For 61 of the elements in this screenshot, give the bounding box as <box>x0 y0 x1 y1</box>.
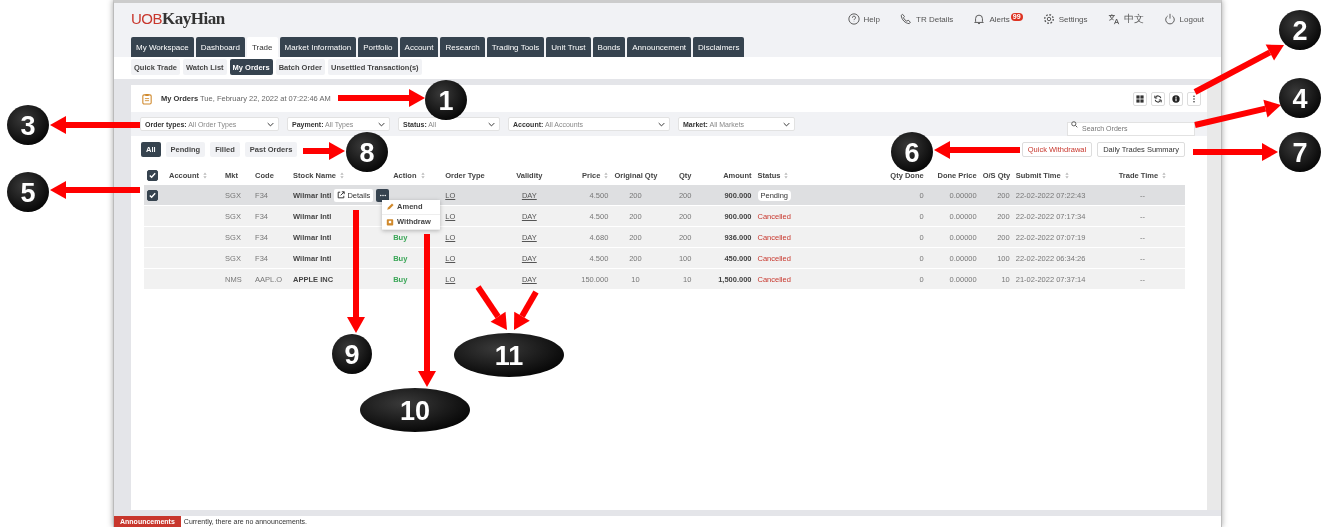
nav-tab[interactable]: Dashboard <box>195 37 245 57</box>
nav-tab[interactable]: Trade <box>246 37 278 57</box>
more-options-button[interactable] <box>1187 91 1201 106</box>
nav-tab[interactable]: Disclaimers <box>693 37 745 57</box>
search-icon <box>1071 120 1078 128</box>
nav-tab[interactable]: Research <box>440 37 485 57</box>
callout-number: 7 <box>1279 132 1321 172</box>
chevron-down-icon <box>783 121 790 127</box>
chevron-down-icon <box>658 121 665 127</box>
callout-arrow <box>475 285 507 330</box>
nav-link[interactable]: Help <box>847 13 881 25</box>
nav-tab[interactable]: Unit Trust <box>546 37 591 57</box>
callout-number: 5 <box>7 172 49 212</box>
nav-tab[interactable]: Bonds <box>592 37 626 57</box>
callout-number: 2 <box>1279 10 1321 50</box>
nav-tab[interactable]: Announcement <box>627 37 692 57</box>
callout-arrow <box>303 142 345 160</box>
nav-tab[interactable]: My Workspace <box>131 37 194 57</box>
info-button[interactable] <box>1169 91 1183 106</box>
callout-number: 4 <box>1279 78 1321 118</box>
bell-icon <box>973 13 986 25</box>
refresh-button[interactable] <box>1151 91 1165 106</box>
settings-icon <box>1042 13 1055 25</box>
chevron-down-icon <box>267 121 274 127</box>
nav-link[interactable]: 中文 <box>1107 12 1144 26</box>
ellipsis-icon <box>378 193 387 197</box>
callout-number: 6 <box>891 132 933 172</box>
more-actions-button[interactable] <box>376 188 390 202</box>
grid-button[interactable] <box>1133 91 1147 106</box>
nav-tab[interactable]: Account <box>399 37 439 57</box>
callout-number: 11 <box>454 333 564 377</box>
external-link-icon <box>337 191 346 199</box>
callout-number: 9 <box>332 334 372 374</box>
chevron-down-icon <box>378 121 385 127</box>
callout-number: 1 <box>425 80 467 120</box>
nav-link[interactable]: TR Details <box>900 13 954 25</box>
nav-link[interactable]: Settings <box>1042 13 1088 25</box>
callout-number: 3 <box>7 105 49 145</box>
select-all-checkbox[interactable] <box>147 170 158 181</box>
chevron-down-icon <box>488 121 495 127</box>
row-checkbox[interactable] <box>147 189 158 201</box>
phone-icon <box>900 13 913 25</box>
nav-tab[interactable]: Portfolio <box>358 37 398 57</box>
logo: UOBKayHian <box>131 9 225 29</box>
nav-link[interactable]: Logout <box>1163 13 1204 25</box>
callout-number: 8 <box>346 132 388 172</box>
nav-tab[interactable]: Market Information <box>279 37 357 57</box>
power-icon <box>1163 13 1176 25</box>
help-icon <box>847 13 860 25</box>
pencil-icon <box>386 202 395 211</box>
scrollbar[interactable] <box>1207 85 1221 510</box>
translate-icon <box>1107 13 1120 25</box>
clipboard-icon <box>386 217 395 226</box>
nav-tab[interactable]: Trading Tools <box>486 37 545 57</box>
info-icon <box>1172 94 1180 103</box>
refresh-icon <box>1154 94 1162 103</box>
grid-icon <box>1136 94 1144 103</box>
kebab-menu-icon <box>1190 94 1198 103</box>
callout-arrow <box>514 290 539 330</box>
clipboard-icon <box>142 92 152 105</box>
callout-number: 10 <box>360 388 470 432</box>
